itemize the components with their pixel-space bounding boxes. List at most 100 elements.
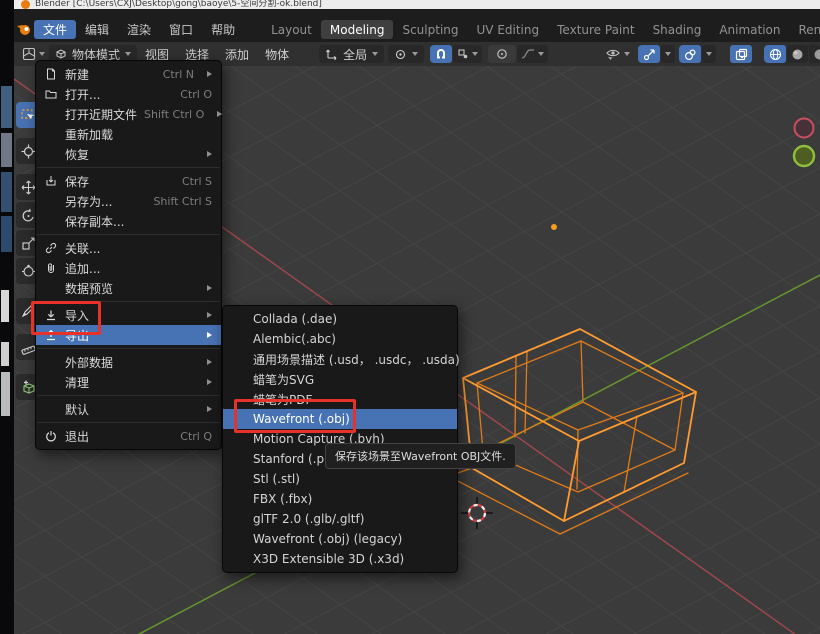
- tab-layout[interactable]: Layout: [262, 20, 321, 39]
- gizmo-group: [638, 45, 675, 63]
- submenu-arrow-icon: [207, 332, 212, 338]
- material-sphere-icon: [813, 48, 820, 61]
- chevron-down-icon: [538, 52, 544, 56]
- blender-window: Blender [C:\Users\CXJ\Desktop\gong\baoye…: [0, 0, 820, 634]
- scale-tool-icon: [21, 236, 36, 251]
- wireframe-shading-button[interactable]: [764, 45, 786, 63]
- tab-sculpting[interactable]: Sculpting: [393, 20, 467, 39]
- chevron-down-icon: [39, 52, 45, 56]
- menu-edit[interactable]: 编辑: [76, 20, 118, 39]
- paperclip-icon: [44, 262, 58, 274]
- overlays-group: [679, 45, 716, 63]
- menu-item-save-copy[interactable]: 保存副本...: [36, 211, 221, 231]
- menu-separator: [37, 234, 220, 235]
- 3d-cursor[interactable]: [461, 497, 493, 529]
- chevron-down-icon: [665, 52, 671, 56]
- transform-orientation-dropdown[interactable]: 全局: [319, 45, 384, 63]
- desktop-fragment: [1, 172, 12, 212]
- export-item-gltf[interactable]: glTF 2.0 (.glb/.gltf): [223, 509, 457, 529]
- material-shading-button[interactable]: [809, 45, 820, 63]
- menu-item-save-as[interactable]: 另存为... Shift Ctrl S: [36, 191, 221, 211]
- export-item-x3d[interactable]: X3D Extensible 3D (.x3d): [223, 549, 457, 569]
- tab-animation[interactable]: Animation: [710, 20, 789, 39]
- falloff-dropdown[interactable]: [517, 45, 548, 63]
- power-icon: [44, 430, 58, 442]
- menu-item-link[interactable]: 关联...: [36, 238, 221, 258]
- menu-item-recover[interactable]: 恢复: [36, 144, 221, 164]
- submenu-arrow-icon: [217, 111, 222, 117]
- tab-modeling[interactable]: Modeling: [321, 20, 394, 39]
- annotation-box-export: [31, 301, 101, 335]
- snap-settings-dropdown[interactable]: [453, 45, 482, 63]
- menu-separator: [37, 348, 220, 349]
- gizmo-arrow-icon: [643, 48, 656, 61]
- export-item-collada[interactable]: Collada (.dae): [223, 309, 457, 329]
- menu-item-clean-up[interactable]: 清理: [36, 372, 221, 392]
- submenu-arrow-icon: [207, 379, 212, 385]
- tab-shading[interactable]: Shading: [644, 20, 711, 39]
- pivot-point-dropdown[interactable]: [388, 45, 424, 63]
- solid-shading-button[interactable]: [787, 45, 808, 63]
- menu-item-external-data[interactable]: 外部数据: [36, 352, 221, 372]
- gizmo-axis-y-ball[interactable]: [794, 146, 814, 166]
- menu-item-open[interactable]: 打开... Ctrl O: [36, 84, 221, 104]
- blender-logo-icon: [21, 0, 30, 9]
- menu-item-new[interactable]: 新建 Ctrl N: [36, 64, 221, 84]
- menu-item-revert[interactable]: 重新加载: [36, 124, 221, 144]
- export-item-alembic[interactable]: Alembic(.abc): [223, 329, 457, 349]
- chevron-down-icon: [412, 52, 418, 56]
- export-item-grease-pencil-svg[interactable]: 蜡笔为SVG: [223, 369, 457, 389]
- tab-rendering[interactable]: Renderi: [790, 20, 820, 39]
- menu-object[interactable]: 物体: [257, 46, 297, 63]
- menu-add[interactable]: 添加: [217, 46, 257, 63]
- snap-group: [430, 45, 482, 63]
- menu-window[interactable]: 窗口: [160, 20, 202, 39]
- menu-item-data-preview[interactable]: 数据预览: [36, 278, 221, 298]
- proportional-edit-button[interactable]: [488, 45, 516, 63]
- proportional-edit-group: [488, 45, 548, 63]
- menu-item-open-recent[interactable]: 打开近期文件 Shift Ctrl O: [36, 104, 221, 124]
- proportional-circle-icon: [496, 48, 508, 60]
- rotate-tool-icon: [21, 208, 36, 223]
- chevron-down-icon: [472, 52, 478, 56]
- wireframe-sphere-icon: [769, 48, 782, 61]
- navigation-gizmo[interactable]: [794, 119, 814, 167]
- object-origin-dot[interactable]: [551, 224, 557, 230]
- link-icon: [44, 242, 58, 254]
- menu-item-save[interactable]: 保存 Ctrl S: [36, 171, 221, 191]
- menu-separator: [37, 167, 220, 168]
- overlays-toggle-button[interactable]: [679, 45, 701, 63]
- tooltip: 保存该场景至Wavefront OBJ文件.: [325, 443, 516, 469]
- cursor-tool-icon: [21, 144, 36, 159]
- menu-item-append[interactable]: 追加...: [36, 258, 221, 278]
- submenu-arrow-icon: [207, 151, 212, 157]
- submenu-arrow-icon: [207, 406, 212, 412]
- export-submenu-panel: Collada (.dae) Alembic(.abc) 通用场景描述 (.us…: [222, 305, 458, 573]
- desktop-fragment: [1, 86, 12, 128]
- gizmo-axis-x-ball[interactable]: [795, 119, 814, 138]
- chevron-down-icon: [624, 52, 630, 56]
- snap-toggle-button[interactable]: [430, 45, 452, 63]
- xray-toggle-button[interactable]: [730, 45, 752, 63]
- save-icon: [44, 175, 58, 187]
- chevron-down-icon: [125, 52, 131, 56]
- gizmos-toggle-button[interactable]: [638, 45, 660, 63]
- tab-uv-editing[interactable]: UV Editing: [468, 20, 549, 39]
- desktop-fragment: [1, 290, 9, 322]
- export-item-usd[interactable]: 通用场景描述 (.usd， .usdc， .usda): [223, 349, 457, 369]
- menu-render[interactable]: 渲染: [118, 20, 160, 39]
- blender-app-icon[interactable]: [16, 20, 32, 39]
- tab-texture-paint[interactable]: Texture Paint: [548, 20, 643, 39]
- chevron-down-icon: [706, 52, 712, 56]
- os-title-bar: Blender [C:\Users\CXJ\Desktop\gong\baoye…: [14, 0, 820, 9]
- export-item-wavefront-legacy[interactable]: Wavefront (.obj) (legacy): [223, 529, 457, 549]
- menu-file[interactable]: 文件: [34, 20, 76, 39]
- menu-item-quit[interactable]: 退出 Ctrl Q: [36, 426, 221, 446]
- gizmo-settings-dropdown[interactable]: [661, 45, 675, 63]
- export-item-fbx[interactable]: FBX (.fbx): [223, 489, 457, 509]
- overlays-settings-dropdown[interactable]: [702, 45, 716, 63]
- export-item-stl[interactable]: Stl (.stl): [223, 469, 457, 489]
- menu-item-defaults[interactable]: 默认: [36, 399, 221, 419]
- object-visibility-dropdown[interactable]: [601, 45, 634, 63]
- menu-help[interactable]: 帮助: [202, 20, 244, 39]
